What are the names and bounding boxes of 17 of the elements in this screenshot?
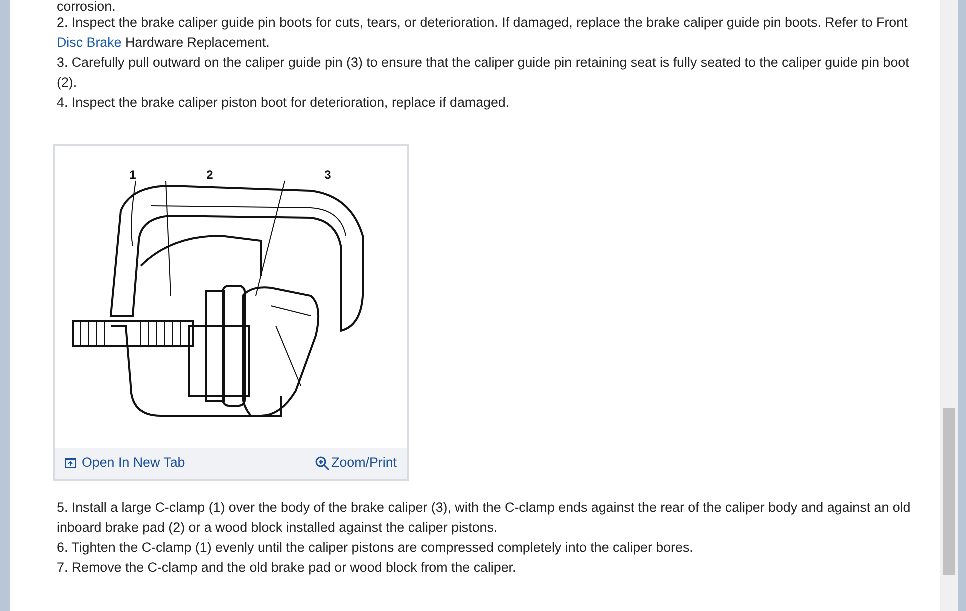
zoom-in-icon	[314, 456, 330, 471]
instruction-step: 3. Carefully pull outward on the caliper guide pin (3) to ensure that the caliper guide pin retaining seat is fully seated to the caliper guide pin boot (2).	[53, 53, 920, 93]
callout-number: 1	[130, 168, 136, 182]
zoom-print-link[interactable]: Zoom/Print	[314, 453, 397, 474]
scrollbar[interactable]	[940, 0, 958, 611]
instruction-step: 6. Tighten the C-clamp (1) evenly until the caliper pistons are compressed completely into the caliper bores.	[53, 538, 920, 558]
open-in-new-tab-link[interactable]: Open In New Tab	[65, 453, 186, 474]
callout-number: 2	[206, 168, 214, 182]
text-fragment: corrosion.	[56, 0, 117, 13]
instruction-step: 2. Inspect the brake caliper guide pin boots for cuts, tears, or deterioration. If damaged, replace the brake caliper guide pin boots. Refer to Front Disc Brake Hardware Replacement.	[53, 13, 920, 53]
inline-link[interactable]: Disc Brake	[57, 35, 122, 50]
scrollbar-thumb[interactable]	[943, 408, 955, 575]
callout-number: 3	[324, 168, 332, 182]
new-tab-icon	[65, 458, 76, 468]
instruction-step: 4. Inspect the brake caliper piston boot for deterioration, replace if damaged.	[53, 93, 920, 113]
instruction-step: 7. Remove the C-clamp and the old brake pad or wood block from the caliper.	[53, 558, 920, 578]
instruction-step: 5. Install a large C-clamp (1) over the body of the brake caliper (3), with the C-clamp ends against the rear of the caliper body and against an old inboard brake pad (2) or a wood block installed against the caliper pistons.	[53, 498, 920, 538]
